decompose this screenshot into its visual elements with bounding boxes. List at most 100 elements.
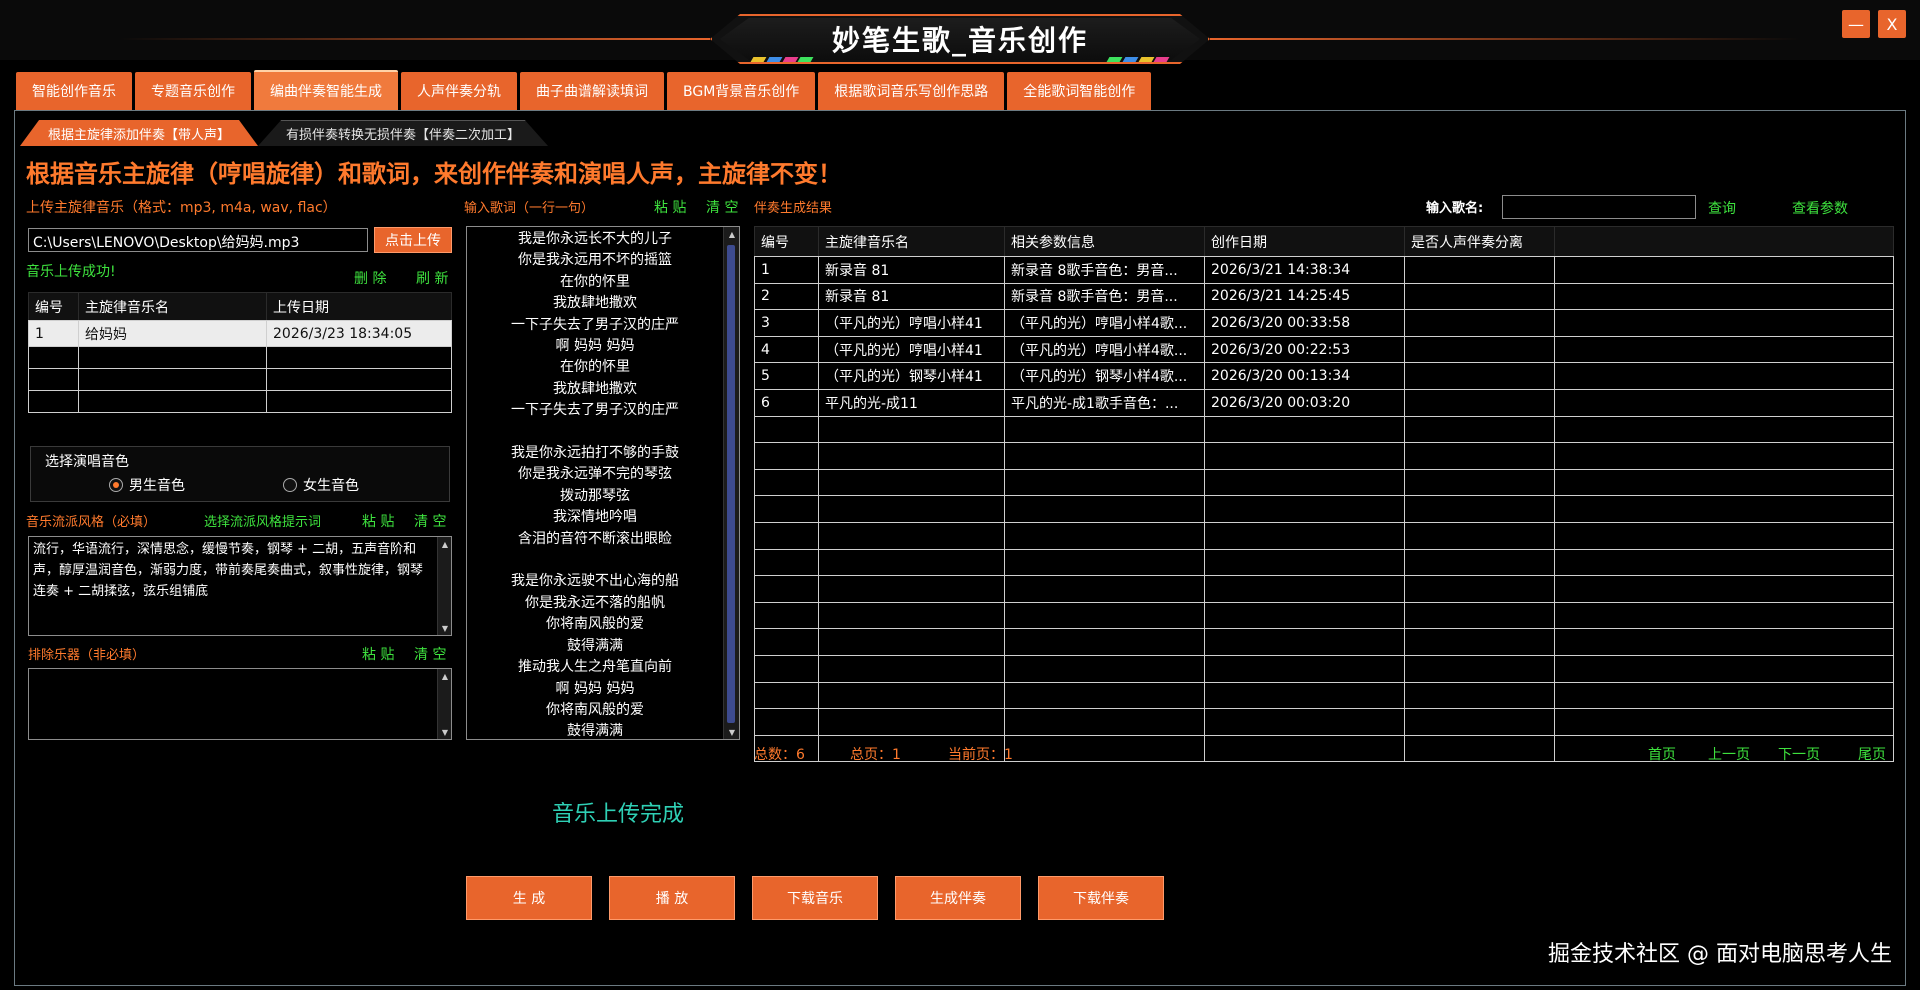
- table-row-empty: [754, 575, 1894, 603]
- scroll-up-icon[interactable]: ▲: [438, 669, 452, 683]
- view-params-button[interactable]: 查看参数: [1792, 198, 1848, 218]
- tab-writing-ideas[interactable]: 根据歌词音乐写创作思路: [818, 72, 1005, 110]
- cell-filler: [1554, 335, 1894, 364]
- cell-empty: [818, 415, 1005, 444]
- title-decor-line-right: [1210, 38, 1800, 40]
- scroll-up-icon[interactable]: ▲: [724, 227, 739, 241]
- subtab-lossless-convert[interactable]: 有损伴奏转换无损伴奏【伴奏二次加工】: [258, 120, 549, 146]
- scroll-up-icon[interactable]: ▲: [438, 537, 452, 551]
- table-row[interactable]: 5 （平凡的光）钢琴小样41 （平凡的光）钢琴小样4歌... 2026/3/20 00…: [754, 362, 1894, 390]
- table-row[interactable]: 6 平凡的光-成11 平凡的光-成1歌手音色：... 2026/3/20 00:03:…: [754, 388, 1894, 417]
- exclude-clear-button[interactable]: 清 空: [414, 644, 446, 664]
- cell-empty: [1404, 521, 1555, 550]
- refresh-button[interactable]: 刷 新: [416, 268, 448, 288]
- style-textarea[interactable]: 流行，华语流行，深情思念，缓慢节奏，钢琴 + 二胡，五声音阶和声，醇厚温润音色，…: [28, 536, 452, 636]
- cell-empty: [1204, 708, 1405, 736]
- results-label: 伴奏生成结果: [754, 201, 833, 216]
- lyric-line: 鼓得满满: [567, 723, 623, 740]
- upload-button[interactable]: 点击上传: [374, 227, 452, 253]
- voice-groupbox: 选择演唱音色 男生音色 女生音色: [30, 446, 450, 502]
- scroll-down-icon[interactable]: ▼: [438, 621, 452, 635]
- cell-upload-date: 2026/3/23 18:34:05: [266, 320, 452, 347]
- scroll-thumb[interactable]: [727, 245, 735, 723]
- lyric-line: [467, 550, 723, 571]
- cell-params: （平凡的光）哼唱小样4歌...: [1004, 309, 1205, 337]
- title-bar: 妙笔生歌_音乐创作 — X: [0, 0, 1920, 64]
- scroll-down-icon[interactable]: ▼: [438, 725, 452, 739]
- upload-path-field[interactable]: C:\Users\LENOVO\Desktop\给妈妈.mp3: [28, 228, 368, 252]
- cell-empty: [754, 628, 819, 656]
- tab-smart-create[interactable]: 智能创作音乐: [16, 72, 132, 110]
- prev-page-button[interactable]: 上一页: [1708, 744, 1750, 764]
- col-header-upload-date: 上传日期: [266, 292, 452, 321]
- radio-female-voice[interactable]: 女生音色: [283, 475, 359, 495]
- cell-empty: [1004, 654, 1205, 683]
- table-row-empty: [754, 521, 1894, 550]
- cell-create-date: 2026/3/20 00:13:34: [1204, 362, 1405, 390]
- cell-melody-name: 平凡的光-成11: [818, 388, 1005, 417]
- subtab-add-accompaniment[interactable]: 根据主旋律添加伴奏【带人声】: [20, 120, 259, 146]
- title-decor-line-left: [120, 38, 710, 40]
- cell-empty: [1004, 521, 1205, 550]
- table-row[interactable]: 2 新录音 81 新录音 8歌手音色：男音... 2026/3/21 14:25:45: [754, 282, 1894, 311]
- cell-empty: [754, 681, 819, 710]
- tab-vocal-split[interactable]: 人声伴奏分轨: [401, 72, 517, 110]
- tab-bgm[interactable]: BGM背景音乐创作: [667, 72, 816, 110]
- main-tab-bar: 智能创作音乐 专题音乐创作 编曲伴奏智能生成 人声伴奏分轨 曲子曲谱解读填词 B…: [16, 70, 1152, 110]
- first-page-button[interactable]: 首页: [1648, 744, 1676, 764]
- radio-female-label: 女生音色: [303, 478, 359, 494]
- next-page-button[interactable]: 下一页: [1778, 744, 1820, 764]
- radio-male-voice[interactable]: 男生音色: [109, 475, 185, 495]
- download-accompaniment-button[interactable]: 下载伴奏: [1038, 876, 1164, 920]
- minimize-button[interactable]: —: [1842, 10, 1870, 38]
- cell-empty: [1554, 415, 1894, 444]
- cell-empty: [754, 575, 819, 603]
- cell-params: 新录音 8歌手音色：男音...: [1004, 282, 1205, 311]
- tab-lyrics-create[interactable]: 全能歌词智能创作: [1007, 72, 1152, 110]
- table-row[interactable]: 1 新录音 81 新录音 8歌手音色：男音... 2026/3/21 14:38:34: [754, 256, 1894, 284]
- delete-button[interactable]: 删 除: [354, 268, 386, 288]
- exclude-paste-button[interactable]: 粘 贴: [362, 644, 394, 664]
- cell-empty: [1204, 415, 1405, 444]
- lyrics-clear-button[interactable]: 清 空: [706, 197, 738, 217]
- cell-empty: [818, 468, 1005, 497]
- cell-empty: [754, 495, 819, 523]
- download-music-button[interactable]: 下载音乐: [752, 876, 878, 920]
- style-scrollbar[interactable]: ▲ ▼: [437, 537, 451, 635]
- cell-create-date: 2026/3/20 00:03:20: [1204, 388, 1405, 417]
- tab-score-lyrics[interactable]: 曲子曲谱解读填词: [520, 72, 664, 110]
- generate-accompaniment-button[interactable]: 生成伴奏: [895, 876, 1021, 920]
- cell-empty: [1404, 495, 1555, 523]
- lyrics-paste-button[interactable]: 粘 贴: [654, 197, 686, 217]
- close-button[interactable]: X: [1878, 10, 1906, 38]
- lyrics-textarea[interactable]: 我是你永远长不大的儿子 你是我永远用不坏的摇篮 在你的怀里 我放肆地撒欢 一下子失去了男…: [466, 226, 740, 740]
- play-button[interactable]: 播 放: [609, 876, 735, 920]
- cell-create-date: 2026/3/20 00:22:53: [1204, 335, 1405, 364]
- generate-button[interactable]: 生 成: [466, 876, 592, 920]
- table-row[interactable]: 3 （平凡的光）哼唱小样41 （平凡的光）哼唱小样4歌... 2026/3/20 00…: [754, 309, 1894, 337]
- table-row[interactable]: 1 给妈妈 2026/3/23 18:34:05: [28, 320, 452, 347]
- style-hint-button[interactable]: 选择流派风格提示词: [204, 511, 321, 530]
- lyric-line: 你是我永远弹不完的琴弦: [518, 466, 672, 483]
- table-row[interactable]: 4 （平凡的光）哼唱小样41 （平凡的光）哼唱小样4歌... 2026/3/20 00…: [754, 335, 1894, 364]
- cell-empty: [1004, 575, 1205, 603]
- lyric-line: 在你的怀里: [560, 273, 630, 290]
- style-clear-button[interactable]: 清 空: [414, 511, 446, 531]
- app-title: 妙笔生歌_音乐创作: [831, 24, 1088, 57]
- lyric-line: 你是我永远用不坏的摇篮: [518, 252, 672, 269]
- scroll-down-icon[interactable]: ▼: [724, 725, 739, 739]
- lyric-line: 我深情地吟唱: [553, 509, 637, 526]
- lyric-line: 一下子失去了男子汉的庄严: [511, 316, 679, 333]
- tab-topic-create[interactable]: 专题音乐创作: [135, 72, 251, 110]
- tab-arrangement[interactable]: 编曲伴奏智能生成: [254, 70, 398, 110]
- cell-empty: [754, 415, 819, 444]
- last-page-button[interactable]: 尾页: [1858, 744, 1886, 764]
- exclude-textarea[interactable]: ▲ ▼: [28, 668, 452, 740]
- query-button[interactable]: 查询: [1708, 198, 1736, 218]
- style-paste-button[interactable]: 粘 贴: [362, 511, 394, 531]
- exclude-scrollbar[interactable]: ▲ ▼: [437, 669, 451, 739]
- radio-selected-icon: [109, 478, 123, 492]
- song-name-input[interactable]: [1502, 195, 1696, 219]
- cell-empty: [754, 654, 819, 683]
- lyrics-scrollbar[interactable]: ▲ ▼: [723, 227, 739, 739]
